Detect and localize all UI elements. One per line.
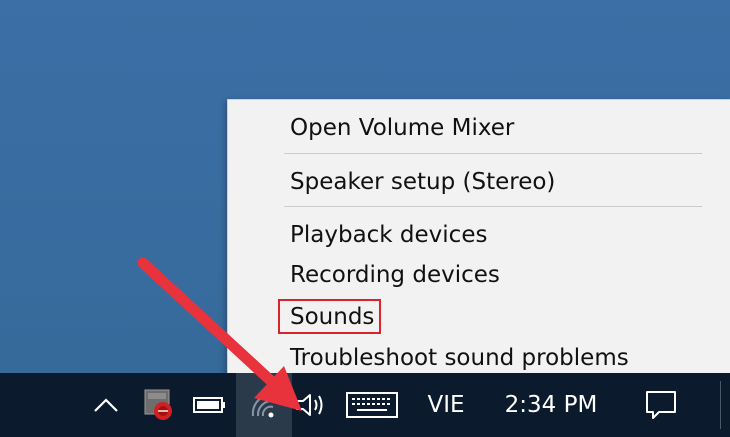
keyboard-icon [346, 392, 398, 418]
menu-item-playback-devices[interactable]: Playback devices [290, 220, 487, 250]
wifi-tray-button[interactable] [236, 373, 292, 437]
clock-time: 2:34 PM [504, 392, 598, 418]
menu-item-recording-devices[interactable]: Recording devices [290, 260, 500, 290]
chevron-up-icon [94, 398, 118, 412]
sounds-highlight-box [278, 299, 381, 334]
action-center-icon [646, 391, 676, 419]
security-app-tray-button[interactable] [140, 373, 178, 437]
show-desktop-divider [720, 381, 721, 429]
taskbar: VIE 2:34 PM [0, 373, 730, 437]
security-app-icon [144, 389, 172, 420]
menu-item-speaker-setup[interactable]: Speaker setup (Stereo) [290, 167, 555, 197]
action-center-button[interactable] [636, 373, 686, 437]
menu-separator [284, 206, 702, 207]
battery-icon [193, 397, 225, 413]
menu-item-troubleshoot[interactable]: Troubleshoot sound problems [290, 343, 629, 373]
clock-button[interactable]: 2:34 PM [496, 373, 606, 437]
wifi-icon [251, 392, 276, 418]
show-hidden-icons-button[interactable] [88, 373, 124, 437]
touch-keyboard-button[interactable] [342, 373, 402, 437]
input-language-button[interactable]: VIE [416, 373, 476, 437]
sound-context-menu: Open Volume Mixer Speaker setup (Stereo)… [227, 99, 730, 381]
speaker-icon [296, 394, 323, 416]
menu-item-open-volume-mixer[interactable]: Open Volume Mixer [290, 113, 514, 143]
language-indicator: VIE [427, 392, 465, 418]
volume-tray-button[interactable] [292, 373, 332, 437]
menu-separator [284, 153, 702, 154]
battery-tray-button[interactable] [190, 373, 230, 437]
